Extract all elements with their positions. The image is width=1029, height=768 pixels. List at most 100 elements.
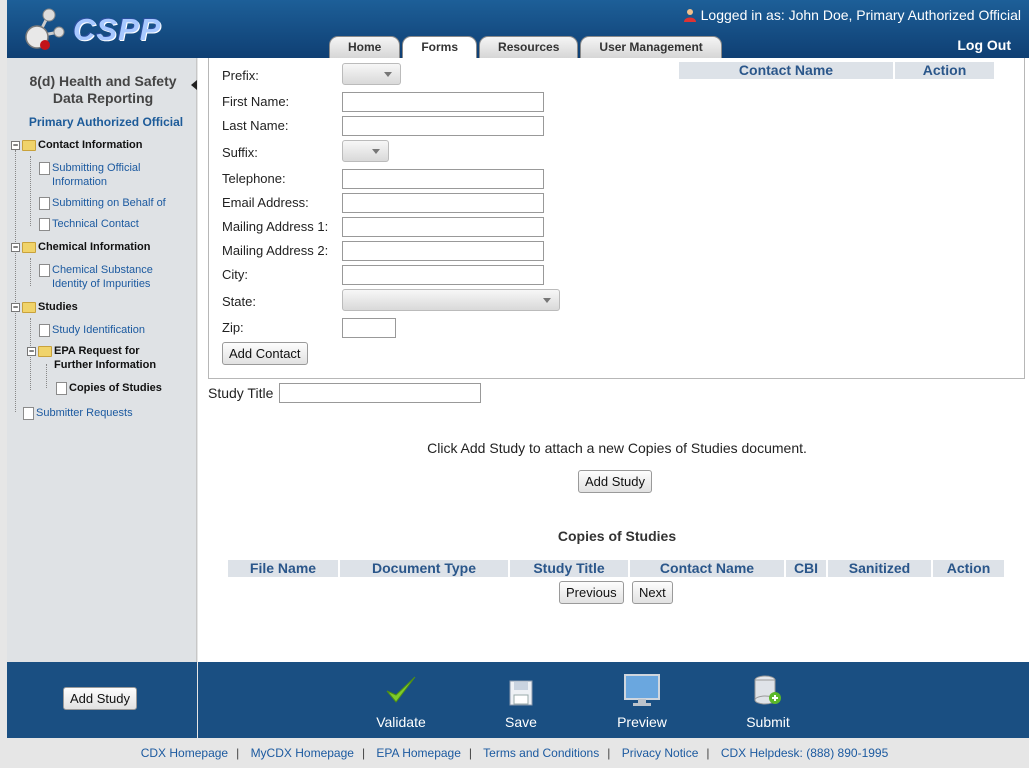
mailing-address-2-label: Mailing Address 2: (222, 243, 329, 258)
preview-button[interactable]: Preview (607, 674, 677, 730)
study-title-header: Study Title (510, 560, 628, 577)
sidebar: 8(d) Health and Safety Data Reporting Pr… (7, 58, 197, 662)
document-icon (23, 407, 34, 420)
tree-studies[interactable]: − Studies (11, 300, 78, 314)
study-title-field[interactable] (279, 383, 481, 403)
mailing-address-1-label: Mailing Address 1: (222, 219, 329, 234)
helpdesk-link[interactable]: CDX Helpdesk: (888) 890-1995 (721, 746, 888, 760)
tree-contact-information[interactable]: − Contact Information (11, 138, 143, 152)
login-info: Logged in as: John Doe, Primary Authoriz… (683, 7, 1021, 23)
tree-epa-request[interactable]: − EPA Request for Further Information (27, 344, 177, 372)
tree-submitting-on-behalf[interactable]: Submitting on Behalf of (39, 196, 189, 210)
suffix-select[interactable] (342, 140, 389, 162)
prefix-select[interactable] (342, 63, 401, 85)
contact-name-header: Contact Name (630, 560, 784, 577)
header: CSPP Logged in as: John Doe, Primary Aut… (7, 0, 1029, 58)
folder-icon (22, 140, 36, 151)
tree-submitter-requests[interactable]: Submitter Requests (23, 406, 183, 420)
chevron-down-icon (384, 72, 392, 77)
info-text: Click Add Study to attach a new Copies o… (427, 440, 807, 456)
collapse-icon[interactable]: − (11, 303, 20, 312)
collapse-icon[interactable]: − (11, 141, 20, 150)
copies-of-studies-heading: Copies of Studies (557, 528, 677, 544)
document-icon (56, 382, 67, 395)
state-select[interactable] (342, 289, 560, 311)
previous-button[interactable]: Previous (559, 581, 624, 604)
epa-homepage-link[interactable]: EPA Homepage (376, 746, 461, 760)
logout-link[interactable]: Log Out (957, 37, 1011, 53)
file-name-header: File Name (228, 560, 338, 577)
city-field[interactable] (342, 265, 544, 285)
submit-button[interactable]: Submit (733, 674, 803, 730)
study-title-label: Study Title (208, 385, 274, 401)
tab-user-management[interactable]: User Management (580, 36, 722, 58)
main-tabs: Home Forms Resources User Management (329, 36, 722, 58)
collapse-icon[interactable]: − (11, 243, 20, 252)
last-name-field[interactable] (342, 116, 544, 136)
action-bar: Validate Save Preview Submit (198, 662, 1029, 738)
tree-chemical-information[interactable]: − Chemical Information (11, 240, 150, 254)
footer: CDX Homepage | MyCDX Homepage | EPA Homepa… (140, 746, 889, 760)
first-name-field[interactable] (342, 92, 544, 112)
tab-home[interactable]: Home (329, 36, 401, 58)
mailing-address-1-field[interactable] (342, 217, 544, 237)
cbi-header: CBI (786, 560, 826, 577)
folder-icon (22, 302, 36, 313)
cdx-homepage-link[interactable]: CDX Homepage (141, 746, 228, 760)
cspp-logo: CSPP (21, 6, 161, 50)
city-label: City: (222, 267, 248, 282)
tree-technical-contact[interactable]: Technical Contact (39, 217, 189, 231)
document-type-header: Document Type (340, 560, 508, 577)
mycdx-homepage-link[interactable]: MyCDX Homepage (251, 746, 354, 760)
molecule-icon (25, 8, 65, 50)
email-field[interactable] (342, 193, 544, 213)
tree-submitting-official[interactable]: Submitting Official Information (39, 161, 159, 189)
validate-button[interactable]: Validate (366, 674, 436, 730)
checkmark-icon (386, 676, 416, 703)
document-icon (39, 162, 50, 175)
bottom-left-panel: Add Study (7, 662, 197, 738)
suffix-label: Suffix: (222, 145, 258, 160)
main-content: Prefix: First Name: Last Name: Suffix: T… (198, 58, 1029, 662)
tree-copies-of-studies[interactable]: Copies of Studies (56, 381, 196, 395)
floppy-disk-icon (509, 680, 533, 706)
save-button[interactable]: Save (486, 674, 556, 730)
collapse-sidebar-icon[interactable] (191, 80, 197, 90)
state-label: State: (222, 294, 256, 309)
tab-forms[interactable]: Forms (402, 36, 478, 58)
prefix-label: Prefix: (222, 68, 259, 83)
sanitized-header: Sanitized (828, 560, 931, 577)
tree-chemical-substance[interactable]: Chemical Substance Identity of Impuritie… (39, 263, 159, 291)
add-contact-button[interactable]: Add Contact (222, 342, 308, 365)
document-icon (39, 324, 50, 337)
telephone-field[interactable] (342, 169, 544, 189)
monitor-icon (624, 674, 660, 706)
next-button[interactable]: Next (632, 581, 673, 604)
sidebar-title: 8(d) Health and Safety Data Reporting (29, 73, 177, 106)
add-study-bottom-button[interactable]: Add Study (63, 687, 137, 710)
action-header: Action (933, 560, 1004, 577)
document-icon (39, 264, 50, 277)
add-study-button[interactable]: Add Study (578, 470, 652, 493)
zip-field[interactable] (342, 318, 396, 338)
document-icon (39, 197, 50, 210)
sidebar-role: Primary Authorized Official (28, 115, 184, 129)
zip-label: Zip: (222, 320, 244, 335)
tab-resources[interactable]: Resources (479, 36, 579, 58)
telephone-label: Telephone: (222, 171, 286, 186)
database-add-icon (754, 675, 781, 705)
folder-icon (22, 242, 36, 253)
privacy-link[interactable]: Privacy Notice (622, 746, 699, 760)
terms-link[interactable]: Terms and Conditions (483, 746, 599, 760)
contact-name-header: Contact Name (679, 62, 893, 79)
mailing-address-2-field[interactable] (342, 241, 544, 261)
user-icon (683, 9, 696, 22)
action-header: Action (895, 62, 994, 79)
logged-in-text: Logged in as: John Doe, Primary Authoriz… (700, 7, 1021, 23)
tree-study-identification[interactable]: Study Identification (39, 323, 189, 337)
page: CSPP Logged in as: John Doe, Primary Aut… (0, 0, 1029, 768)
collapse-icon[interactable]: − (27, 347, 36, 356)
folder-icon (38, 346, 52, 357)
email-label: Email Address: (222, 195, 309, 210)
last-name-label: Last Name: (222, 118, 289, 133)
